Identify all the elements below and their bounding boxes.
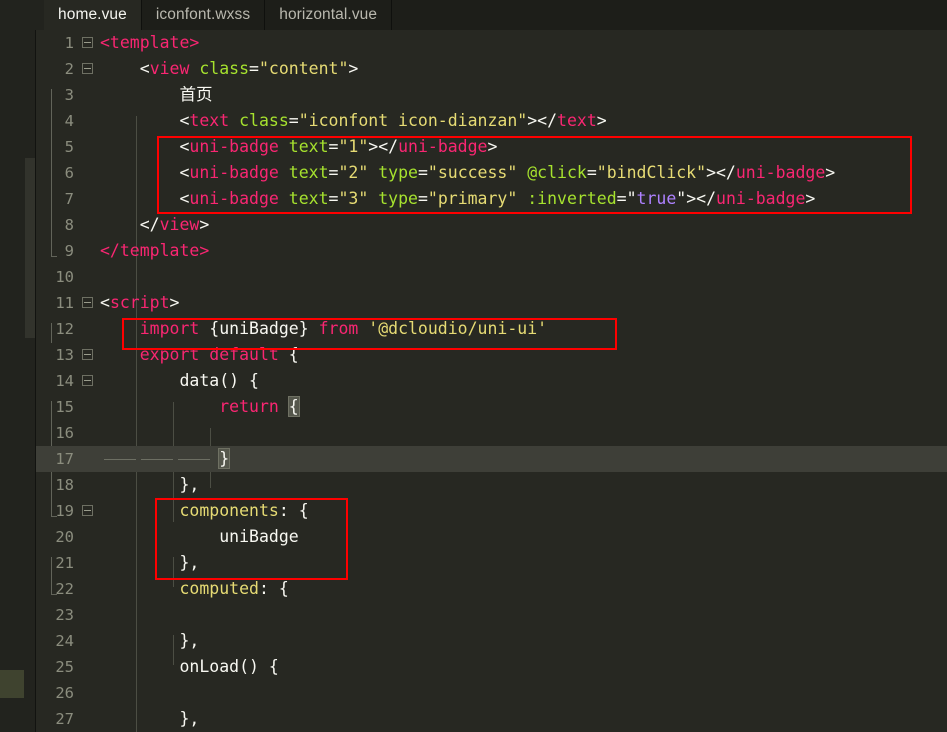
fold-toggle-icon[interactable]: [82, 505, 93, 516]
line-number: 26: [55, 684, 74, 702]
code-row-current[interactable]: 17 }: [36, 446, 947, 472]
code-text: },: [179, 631, 200, 650]
tab-horizontal-vue[interactable]: horizontal.vue: [265, 0, 393, 30]
line-number: 4: [64, 112, 74, 130]
code-text: },: [179, 475, 200, 494]
code-row[interactable]: 9 </template>: [36, 238, 947, 264]
fold-toggle-icon[interactable]: [82, 349, 93, 360]
code-text: <text class="iconfont icon-dianzan"></te…: [179, 111, 607, 130]
line-number: 27: [55, 710, 74, 728]
code-text: <uni-badge text="3" type="primary" :inve…: [179, 189, 816, 208]
tab-label: iconfont.wxss: [155, 6, 251, 23]
line-number: 25: [55, 658, 74, 676]
code-text: },: [179, 709, 200, 728]
code-row[interactable]: 19 components: {: [36, 498, 947, 524]
line-number: 22: [55, 580, 74, 598]
line-number: 13: [55, 346, 74, 364]
code-text: <script>: [100, 293, 180, 312]
line-number: 24: [55, 632, 74, 650]
code-row[interactable]: 20 uniBadge: [36, 524, 947, 550]
code-text: <view class="content">: [139, 59, 359, 78]
code-row[interactable]: 4 <text class="iconfont icon-dianzan"></…: [36, 108, 947, 134]
tab-label: home.vue: [58, 6, 127, 23]
tab-bar-empty-area: [392, 0, 947, 30]
code-row[interactable]: 10: [36, 264, 947, 290]
tab-bar: home.vue iconfont.wxss horizontal.vue: [0, 0, 947, 30]
code-text: return {: [219, 396, 300, 417]
line-number: 17: [55, 450, 74, 468]
tab-bar-left-spacer: [0, 0, 44, 30]
line-number: 19: [55, 502, 74, 520]
code-row[interactable]: 18 },: [36, 472, 947, 498]
line-number: 21: [55, 554, 74, 572]
code-text: computed: {: [179, 579, 289, 598]
code-text: </template>: [100, 241, 210, 260]
code-row[interactable]: 23: [36, 602, 947, 628]
line-number: 6: [64, 164, 74, 182]
line-number: 18: [55, 476, 74, 494]
line-number: 20: [55, 528, 74, 546]
vertical-scrollbar[interactable]: [25, 158, 35, 338]
code-row[interactable]: 24 },: [36, 628, 947, 654]
code-row[interactable]: 1 <template>: [36, 30, 947, 56]
code-text: 首页: [179, 85, 213, 104]
code-row[interactable]: 16: [36, 420, 947, 446]
line-number: 10: [55, 268, 74, 286]
code-row[interactable]: 3 首页: [36, 82, 947, 108]
code-text: </view>: [139, 215, 210, 234]
code-row[interactable]: 2 <view class="content">: [36, 56, 947, 82]
code-row[interactable]: 5 <uni-badge text="1"></uni-badge>: [36, 134, 947, 160]
code-row[interactable]: 6 <uni-badge text="2" type="success" @cl…: [36, 160, 947, 186]
code-text: <uni-badge text="2" type="success" @clic…: [179, 163, 836, 182]
line-number: 9: [64, 242, 74, 260]
line-number: 8: [64, 216, 74, 234]
line-number: 7: [64, 190, 74, 208]
code-row[interactable]: 14 data() {: [36, 368, 947, 394]
code-text: uniBadge: [219, 527, 299, 546]
line-number: 1: [64, 34, 74, 52]
line-number: 5: [64, 138, 74, 156]
code-text: <uni-badge text="1"></uni-badge>: [179, 137, 498, 156]
code-lines: 1 <template> 2 <view class="content"> 3 …: [36, 30, 947, 732]
line-number: 16: [55, 424, 74, 442]
code-row[interactable]: 21 },: [36, 550, 947, 576]
code-text: import {uniBadge} from '@dcloudio/uni-ui…: [139, 319, 548, 338]
tab-label: horizontal.vue: [279, 6, 378, 23]
code-text: export default {: [139, 345, 299, 364]
code-row[interactable]: 26: [36, 680, 947, 706]
fold-toggle-icon[interactable]: [82, 297, 93, 308]
code-row[interactable]: 7 <uni-badge text="3" type="primary" :in…: [36, 186, 947, 212]
line-number: 23: [55, 606, 74, 624]
fold-toggle-icon[interactable]: [82, 375, 93, 386]
line-number: 11: [55, 294, 74, 312]
code-row[interactable]: 11 <script>: [36, 290, 947, 316]
editor-window: home.vue iconfont.wxss horizontal.vue 1 …: [0, 0, 947, 732]
ruler-marker: [0, 670, 24, 698]
tab-home-vue[interactable]: home.vue: [44, 0, 142, 30]
line-number: 3: [64, 86, 74, 104]
fold-toggle-icon[interactable]: [82, 37, 93, 48]
code-row[interactable]: 8 </view>: [36, 212, 947, 238]
line-number: 14: [55, 372, 74, 390]
code-text: },: [179, 553, 200, 572]
overview-ruler: [0, 30, 35, 732]
code-text: data() {: [179, 371, 259, 390]
tab-iconfont-wxss[interactable]: iconfont.wxss: [141, 0, 266, 30]
code-text: }: [218, 448, 231, 469]
code-row[interactable]: 25 onLoad() {: [36, 654, 947, 680]
code-text: components: {: [179, 501, 309, 520]
code-text: <template>: [100, 33, 200, 52]
code-row[interactable]: 22 computed: {: [36, 576, 947, 602]
fold-toggle-icon[interactable]: [82, 63, 93, 74]
line-number: 12: [55, 320, 74, 338]
line-number: 15: [55, 398, 74, 416]
code-editor[interactable]: 1 <template> 2 <view class="content"> 3 …: [0, 30, 947, 732]
line-number: 2: [64, 60, 74, 78]
code-row[interactable]: 12 import {uniBadge} from '@dcloudio/uni…: [36, 316, 947, 342]
code-text: onLoad() {: [179, 657, 279, 676]
code-row[interactable]: 15 return {: [36, 394, 947, 420]
code-row[interactable]: 13 export default {: [36, 342, 947, 368]
code-row[interactable]: 27 },: [36, 706, 947, 732]
